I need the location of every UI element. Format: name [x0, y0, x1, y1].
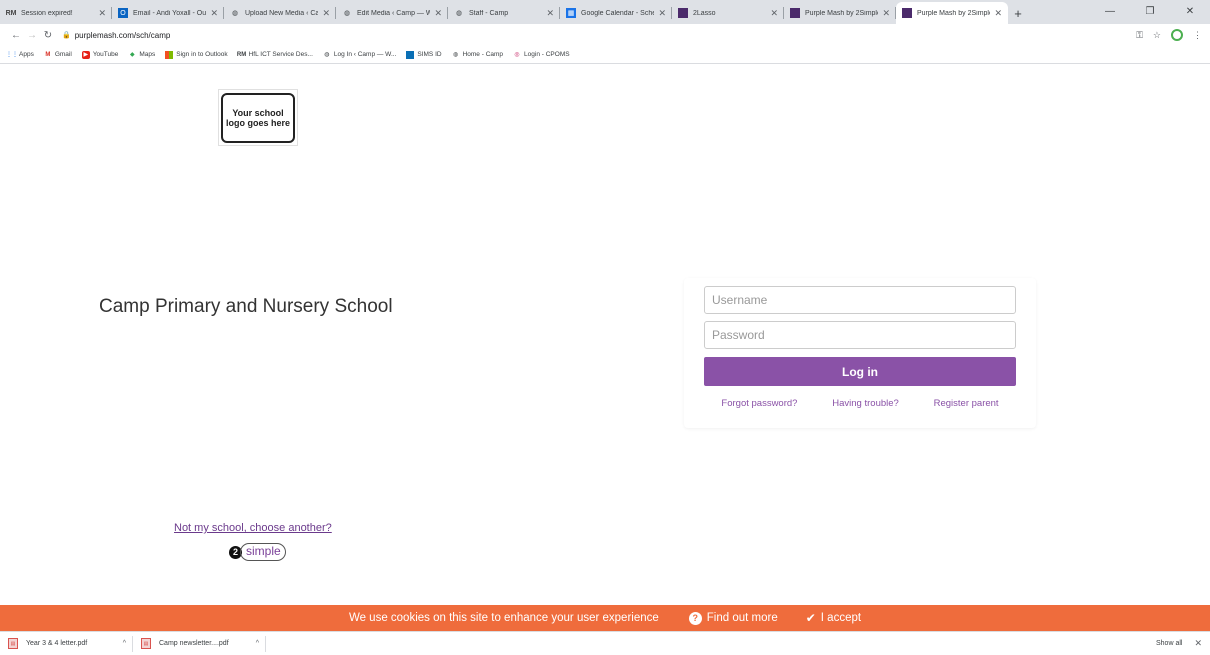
bookmark-outlook[interactable]: Sign in to Outlook	[165, 50, 228, 59]
forward-icon[interactable]: →	[24, 30, 40, 41]
find-out-more-button[interactable]: ? Find out more	[688, 611, 778, 625]
extension-icon[interactable]	[1171, 29, 1183, 41]
question-icon: ?	[688, 611, 702, 625]
rm-icon: RM	[5, 9, 17, 17]
accept-cookies-button[interactable]: ✔ I accept	[806, 611, 861, 625]
close-icon[interactable]: ✕	[1194, 638, 1202, 649]
close-tab-icon[interactable]: ✕	[994, 8, 1002, 19]
chevron-up-icon[interactable]: ^	[256, 640, 259, 647]
url-text: purplemash.com/sch/camp	[74, 30, 171, 40]
apps-icon: ⋮⋮	[6, 52, 18, 58]
menu-icon[interactable]: ⋮	[1193, 30, 1202, 41]
key-icon[interactable]: ⚿	[1136, 30, 1143, 41]
cookie-message: We use cookies on this site to enhance y…	[348, 612, 659, 624]
new-tab-button[interactable]: +	[1008, 2, 1028, 24]
school-name: Camp Primary and Nursery School	[99, 296, 393, 317]
close-tab-icon[interactable]: ✕	[98, 8, 106, 19]
microsoft-icon	[165, 50, 174, 59]
close-tab-icon[interactable]: ✕	[882, 8, 890, 19]
bookmark-maps[interactable]: ◆ Maps	[128, 51, 155, 59]
browser-tab[interactable]: ◍ Edit Media ‹ Camp — Wo ✕	[336, 2, 448, 24]
bookmark-cpoms[interactable]: ◎ Login - CPOMS	[513, 51, 569, 59]
bookmarks-bar: ⋮⋮ Apps M Gmail ▶ YouTube ◆ Maps Sign in to …	[0, 46, 1210, 64]
purplemash-icon	[678, 8, 688, 18]
show-all-button[interactable]: Show all	[1156, 640, 1182, 647]
globe-icon: ◍	[343, 10, 351, 17]
browser-tab[interactable]: RM Session expired! ✕	[0, 2, 112, 24]
close-tab-icon[interactable]: ✕	[770, 8, 778, 19]
bookmark-apps[interactable]: ⋮⋮ Apps	[6, 51, 34, 59]
purplemash-icon	[902, 8, 912, 18]
restore-icon[interactable]: ❐	[1130, 0, 1170, 22]
maps-icon: ◆	[130, 52, 135, 58]
browser-tab[interactable]: Purple Mash by 2Simple ✕	[784, 2, 896, 24]
close-tab-icon[interactable]: ✕	[210, 8, 218, 19]
forgot-password-link[interactable]: Forgot password?	[721, 398, 797, 409]
bookmark-youtube[interactable]: ▶ YouTube	[81, 50, 118, 59]
close-tab-icon[interactable]: ✕	[546, 8, 554, 19]
sims-icon	[406, 50, 415, 59]
login-button[interactable]: Log in	[704, 357, 1016, 386]
star-icon[interactable]: ☆	[1153, 30, 1161, 41]
address-toolbar: ← → ↻ 🔒 purplemash.com/sch/camp ⚿ ☆ ⋮	[0, 24, 1210, 46]
having-trouble-link[interactable]: Having trouble?	[832, 398, 899, 409]
reload-icon[interactable]: ↻	[40, 30, 56, 41]
globe-icon: ◍	[231, 10, 239, 17]
chevron-up-icon[interactable]: ^	[123, 640, 126, 647]
browser-tab[interactable]: 2Lasso ✕	[672, 2, 784, 24]
password-input[interactable]: Password	[704, 321, 1016, 349]
tab-strip: RM Session expired! ✕ O Email - Andi Yoxall…	[0, 0, 1210, 24]
bookmark-login-camp[interactable]: ◍ Log In ‹ Camp — W...	[323, 51, 396, 59]
browser-tab[interactable]: ▦Google Calendar - Schedu✕	[560, 2, 672, 24]
school-logo: Your school logo goes here	[218, 89, 298, 146]
close-tab-icon[interactable]: ✕	[322, 8, 330, 19]
bookmark-hfl[interactable]: RM HfL ICT Service Des...	[236, 51, 313, 59]
globe-icon: ◍	[455, 10, 463, 17]
youtube-icon: ▶	[81, 50, 90, 59]
bookmark-gmail[interactable]: M Gmail	[44, 51, 71, 59]
cpoms-icon: ◎	[514, 52, 520, 58]
browser-tab-active[interactable]: Purple Mash by 2Simple ✕	[896, 2, 1008, 24]
browser-tab[interactable]: ◍ Staff - Camp ✕	[448, 2, 560, 24]
close-tab-icon[interactable]: ✕	[658, 8, 666, 19]
outlook-icon: O	[118, 8, 128, 18]
login-links: Forgot password? Having trouble? Registe…	[704, 398, 1016, 409]
address-bar[interactable]: 🔒 purplemash.com/sch/camp	[62, 31, 170, 40]
brand-word: simple	[240, 543, 286, 561]
lock-icon: 🔒	[62, 32, 71, 39]
register-parent-link[interactable]: Register parent	[934, 398, 999, 409]
globe-icon: ◍	[324, 52, 330, 58]
login-panel: Username Password Log in Forgot password…	[684, 278, 1036, 428]
window-controls: — ❐ ✕	[1090, 0, 1210, 22]
globe-icon: ◍	[452, 52, 459, 58]
bookmark-sims[interactable]: SIMS ID	[406, 50, 442, 59]
pdf-icon: ▤	[141, 638, 151, 649]
logo-placeholder-text: Your school logo goes here	[221, 92, 295, 143]
not-my-school-link[interactable]: Not my school, choose another?	[174, 522, 332, 534]
purplemash-icon	[790, 8, 800, 18]
calendar-icon: ▦	[566, 8, 576, 18]
bookmark-home-camp[interactable]: ◍ Home - Camp	[452, 51, 503, 59]
minimize-icon[interactable]: —	[1090, 0, 1130, 22]
gmail-icon: M	[45, 51, 51, 58]
back-icon[interactable]: ←	[8, 30, 24, 41]
2simple-logo[interactable]: 2 simple	[229, 543, 286, 561]
check-icon: ✔	[805, 611, 816, 625]
close-window-icon[interactable]: ✕	[1170, 0, 1210, 22]
browser-tab[interactable]: O Email - Andi Yoxall - Outl ✕	[112, 2, 224, 24]
download-item[interactable]: ▤ Camp newsletter....pdf ^	[141, 635, 266, 652]
pdf-icon: ▤	[8, 638, 18, 649]
browser-tab[interactable]: ◍ Upload New Media ‹ Cam ✕	[224, 2, 336, 24]
rm-icon: RM	[236, 51, 247, 58]
cookie-banner: We use cookies on this site to enhance y…	[0, 605, 1210, 631]
username-input[interactable]: Username	[704, 286, 1016, 314]
download-item[interactable]: ▤ Year 3 & 4 letter.pdf ^	[8, 635, 133, 652]
download-shelf: ▤ Year 3 & 4 letter.pdf ^ ▤ Camp newsletter…	[0, 631, 1210, 655]
close-tab-icon[interactable]: ✕	[434, 8, 442, 19]
